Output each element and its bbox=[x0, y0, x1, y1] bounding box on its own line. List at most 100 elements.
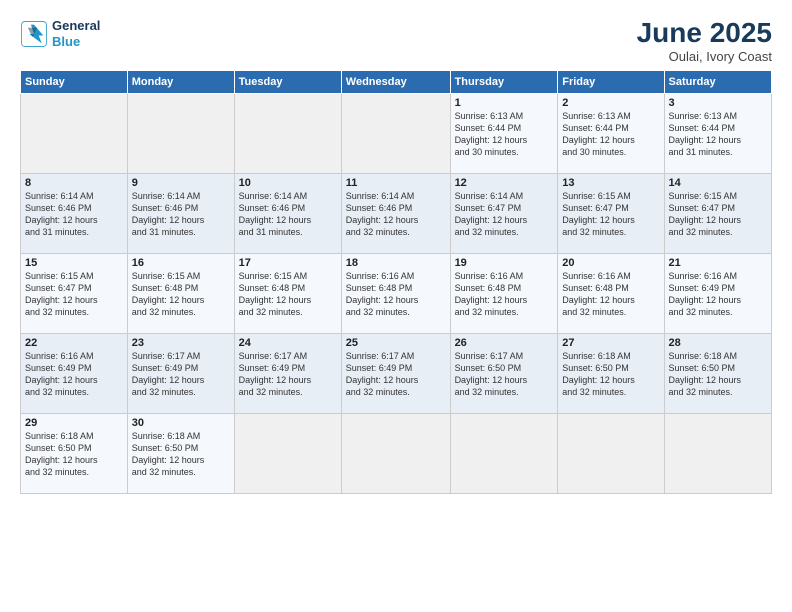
calendar-cell: 14Sunrise: 6:15 AM Sunset: 6:47 PM Dayli… bbox=[664, 173, 771, 253]
logo: General Blue bbox=[20, 18, 100, 49]
day-info: Sunrise: 6:18 AM Sunset: 6:50 PM Dayligh… bbox=[562, 350, 659, 399]
header: General Blue June 2025 Oulai, Ivory Coas… bbox=[20, 18, 772, 64]
day-info: Sunrise: 6:13 AM Sunset: 6:44 PM Dayligh… bbox=[455, 110, 554, 159]
week-row-4: 29Sunrise: 6:18 AM Sunset: 6:50 PM Dayli… bbox=[21, 413, 772, 493]
day-info: Sunrise: 6:16 AM Sunset: 6:48 PM Dayligh… bbox=[562, 270, 659, 319]
calendar-cell: 28Sunrise: 6:18 AM Sunset: 6:50 PM Dayli… bbox=[664, 333, 771, 413]
day-number: 19 bbox=[455, 257, 554, 269]
day-info: Sunrise: 6:14 AM Sunset: 6:46 PM Dayligh… bbox=[25, 190, 123, 239]
day-info: Sunrise: 6:14 AM Sunset: 6:47 PM Dayligh… bbox=[455, 190, 554, 239]
header-monday: Monday bbox=[127, 70, 234, 93]
week-row-1: 8Sunrise: 6:14 AM Sunset: 6:46 PM Daylig… bbox=[21, 173, 772, 253]
day-number: 25 bbox=[346, 337, 446, 349]
calendar-table: SundayMondayTuesdayWednesdayThursdayFrid… bbox=[20, 70, 772, 494]
logo-icon bbox=[20, 20, 48, 48]
day-number: 13 bbox=[562, 177, 659, 189]
calendar-cell: 10Sunrise: 6:14 AM Sunset: 6:46 PM Dayli… bbox=[234, 173, 341, 253]
day-number: 16 bbox=[132, 257, 230, 269]
calendar-cell: 22Sunrise: 6:16 AM Sunset: 6:49 PM Dayli… bbox=[21, 333, 128, 413]
calendar-cell: 19Sunrise: 6:16 AM Sunset: 6:48 PM Dayli… bbox=[450, 253, 558, 333]
calendar-cell: 3Sunrise: 6:13 AM Sunset: 6:44 PM Daylig… bbox=[664, 93, 771, 173]
calendar-cell: 2Sunrise: 6:13 AM Sunset: 6:44 PM Daylig… bbox=[558, 93, 664, 173]
calendar-cell: 25Sunrise: 6:17 AM Sunset: 6:49 PM Dayli… bbox=[341, 333, 450, 413]
day-number: 10 bbox=[239, 177, 337, 189]
calendar-cell: 9Sunrise: 6:14 AM Sunset: 6:46 PM Daylig… bbox=[127, 173, 234, 253]
day-number: 24 bbox=[239, 337, 337, 349]
day-number: 23 bbox=[132, 337, 230, 349]
header-tuesday: Tuesday bbox=[234, 70, 341, 93]
calendar-cell: 26Sunrise: 6:17 AM Sunset: 6:50 PM Dayli… bbox=[450, 333, 558, 413]
calendar-cell bbox=[127, 93, 234, 173]
day-number: 28 bbox=[669, 337, 767, 349]
calendar-cell: 24Sunrise: 6:17 AM Sunset: 6:49 PM Dayli… bbox=[234, 333, 341, 413]
day-info: Sunrise: 6:16 AM Sunset: 6:48 PM Dayligh… bbox=[455, 270, 554, 319]
day-number: 1 bbox=[455, 97, 554, 109]
calendar-cell: 27Sunrise: 6:18 AM Sunset: 6:50 PM Dayli… bbox=[558, 333, 664, 413]
calendar-cell bbox=[234, 93, 341, 173]
day-number: 29 bbox=[25, 417, 123, 429]
calendar-cell: 29Sunrise: 6:18 AM Sunset: 6:50 PM Dayli… bbox=[21, 413, 128, 493]
calendar-cell: 30Sunrise: 6:18 AM Sunset: 6:50 PM Dayli… bbox=[127, 413, 234, 493]
calendar-cell: 12Sunrise: 6:14 AM Sunset: 6:47 PM Dayli… bbox=[450, 173, 558, 253]
calendar-cell: 21Sunrise: 6:16 AM Sunset: 6:49 PM Dayli… bbox=[664, 253, 771, 333]
day-info: Sunrise: 6:16 AM Sunset: 6:49 PM Dayligh… bbox=[669, 270, 767, 319]
day-number: 20 bbox=[562, 257, 659, 269]
day-info: Sunrise: 6:15 AM Sunset: 6:47 PM Dayligh… bbox=[669, 190, 767, 239]
header-friday: Friday bbox=[558, 70, 664, 93]
day-info: Sunrise: 6:18 AM Sunset: 6:50 PM Dayligh… bbox=[25, 430, 123, 479]
day-number: 27 bbox=[562, 337, 659, 349]
day-info: Sunrise: 6:16 AM Sunset: 6:49 PM Dayligh… bbox=[25, 350, 123, 399]
calendar-cell: 23Sunrise: 6:17 AM Sunset: 6:49 PM Dayli… bbox=[127, 333, 234, 413]
day-info: Sunrise: 6:17 AM Sunset: 6:49 PM Dayligh… bbox=[132, 350, 230, 399]
calendar-cell: 13Sunrise: 6:15 AM Sunset: 6:47 PM Dayli… bbox=[558, 173, 664, 253]
calendar-cell bbox=[450, 413, 558, 493]
week-row-2: 15Sunrise: 6:15 AM Sunset: 6:47 PM Dayli… bbox=[21, 253, 772, 333]
day-info: Sunrise: 6:15 AM Sunset: 6:47 PM Dayligh… bbox=[562, 190, 659, 239]
header-thursday: Thursday bbox=[450, 70, 558, 93]
header-saturday: Saturday bbox=[664, 70, 771, 93]
calendar-body: 1Sunrise: 6:13 AM Sunset: 6:44 PM Daylig… bbox=[21, 93, 772, 493]
day-info: Sunrise: 6:15 AM Sunset: 6:47 PM Dayligh… bbox=[25, 270, 123, 319]
day-number: 22 bbox=[25, 337, 123, 349]
logo-text: General Blue bbox=[52, 18, 100, 49]
day-info: Sunrise: 6:17 AM Sunset: 6:49 PM Dayligh… bbox=[346, 350, 446, 399]
calendar-cell: 11Sunrise: 6:14 AM Sunset: 6:46 PM Dayli… bbox=[341, 173, 450, 253]
day-info: Sunrise: 6:13 AM Sunset: 6:44 PM Dayligh… bbox=[669, 110, 767, 159]
day-number: 8 bbox=[25, 177, 123, 189]
calendar-cell: 15Sunrise: 6:15 AM Sunset: 6:47 PM Dayli… bbox=[21, 253, 128, 333]
calendar-cell: 17Sunrise: 6:15 AM Sunset: 6:48 PM Dayli… bbox=[234, 253, 341, 333]
day-info: Sunrise: 6:14 AM Sunset: 6:46 PM Dayligh… bbox=[132, 190, 230, 239]
calendar-cell bbox=[21, 93, 128, 173]
day-number: 15 bbox=[25, 257, 123, 269]
day-number: 11 bbox=[346, 177, 446, 189]
day-info: Sunrise: 6:18 AM Sunset: 6:50 PM Dayligh… bbox=[669, 350, 767, 399]
calendar-cell bbox=[664, 413, 771, 493]
day-number: 14 bbox=[669, 177, 767, 189]
week-row-3: 22Sunrise: 6:16 AM Sunset: 6:49 PM Dayli… bbox=[21, 333, 772, 413]
calendar-cell: 18Sunrise: 6:16 AM Sunset: 6:48 PM Dayli… bbox=[341, 253, 450, 333]
week-row-0: 1Sunrise: 6:13 AM Sunset: 6:44 PM Daylig… bbox=[21, 93, 772, 173]
day-number: 30 bbox=[132, 417, 230, 429]
header-sunday: Sunday bbox=[21, 70, 128, 93]
calendar-cell bbox=[558, 413, 664, 493]
day-info: Sunrise: 6:15 AM Sunset: 6:48 PM Dayligh… bbox=[239, 270, 337, 319]
header-wednesday: Wednesday bbox=[341, 70, 450, 93]
day-number: 26 bbox=[455, 337, 554, 349]
day-info: Sunrise: 6:15 AM Sunset: 6:48 PM Dayligh… bbox=[132, 270, 230, 319]
calendar-cell bbox=[341, 93, 450, 173]
day-info: Sunrise: 6:18 AM Sunset: 6:50 PM Dayligh… bbox=[132, 430, 230, 479]
day-number: 21 bbox=[669, 257, 767, 269]
day-number: 12 bbox=[455, 177, 554, 189]
title-block: June 2025 Oulai, Ivory Coast bbox=[637, 18, 772, 64]
day-info: Sunrise: 6:16 AM Sunset: 6:48 PM Dayligh… bbox=[346, 270, 446, 319]
calendar-header-row: SundayMondayTuesdayWednesdayThursdayFrid… bbox=[21, 70, 772, 93]
day-info: Sunrise: 6:14 AM Sunset: 6:46 PM Dayligh… bbox=[239, 190, 337, 239]
day-info: Sunrise: 6:13 AM Sunset: 6:44 PM Dayligh… bbox=[562, 110, 659, 159]
day-number: 18 bbox=[346, 257, 446, 269]
day-info: Sunrise: 6:17 AM Sunset: 6:50 PM Dayligh… bbox=[455, 350, 554, 399]
day-number: 2 bbox=[562, 97, 659, 109]
calendar-cell bbox=[341, 413, 450, 493]
day-number: 17 bbox=[239, 257, 337, 269]
page: General Blue June 2025 Oulai, Ivory Coas… bbox=[0, 0, 792, 612]
calendar-cell: 1Sunrise: 6:13 AM Sunset: 6:44 PM Daylig… bbox=[450, 93, 558, 173]
